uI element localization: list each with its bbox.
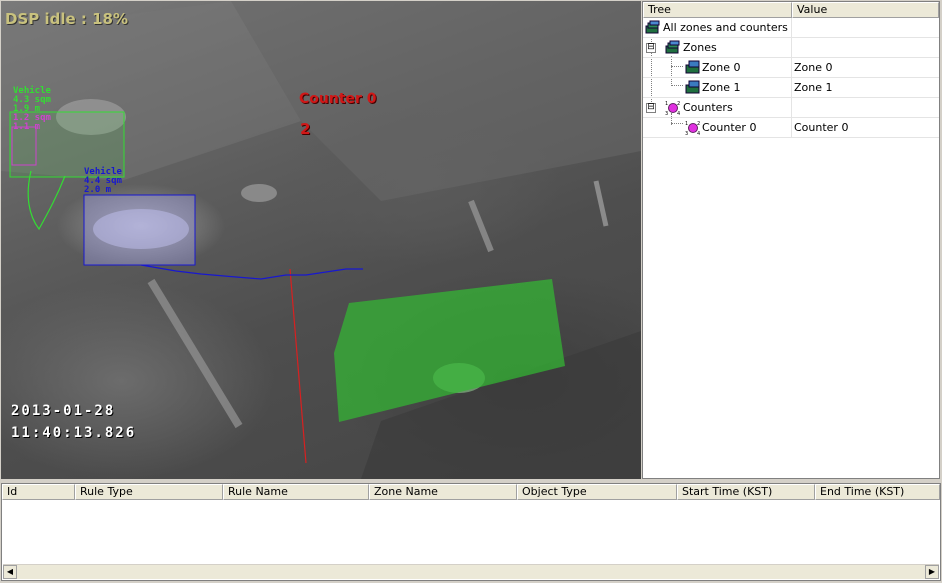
zones-icon <box>645 20 660 34</box>
object-track-blue <box>140 264 363 280</box>
object-type-column-header[interactable]: Object Type <box>517 484 677 500</box>
tree-row-counter-0[interactable]: 1 2 3 4 Counter 0 Counter 0 <box>643 118 939 138</box>
time-stamp: 11:40:13.826 <box>11 425 137 441</box>
object-height: 2.0 m <box>84 185 112 195</box>
scroll-right-icon[interactable]: ▶ <box>925 565 939 579</box>
svg-text:4: 4 <box>677 111 680 115</box>
tree-row-label: Counters <box>683 101 733 114</box>
tree-row-zone-0[interactable]: Zone 0 Zone 0 <box>643 58 939 78</box>
events-grid: Id Rule Type Rule Name Zone Name Object … <box>1 483 941 581</box>
collapse-icon[interactable]: ⊟ <box>646 103 656 113</box>
tree-column-header[interactable]: Tree <box>643 2 792 18</box>
tree-row-value: Zone 1 <box>794 81 833 94</box>
object-label-green: Vehicle 4.3 sqm 1.9 m 1.2 sqm 1.1 m <box>13 87 51 132</box>
tree-row-zones[interactable]: ⊟ Zones <box>643 38 939 58</box>
svg-text:4: 4 <box>697 131 700 135</box>
tree-header: Tree Value <box>643 2 939 18</box>
tree-row-zone-1[interactable]: Zone 1 Zone 1 <box>643 78 939 98</box>
counter-name-label: Counter 0 <box>299 91 377 107</box>
counter-group-icon: 1 2 3 4 <box>665 101 680 115</box>
object-track-green <box>27 170 66 231</box>
horizontal-scrollbar[interactable]: ◀ ▶ <box>3 564 939 579</box>
counter-icon: 1 2 3 4 <box>685 121 700 135</box>
tree-row-label: Zone 0 <box>702 61 741 74</box>
object-label-blue: Vehicle 4.4 sqm 2.0 m <box>84 168 122 195</box>
tree-row-label: Counter 0 <box>702 121 757 134</box>
zone-icon <box>685 80 700 94</box>
counter-line <box>289 268 307 464</box>
svg-text:3: 3 <box>665 111 668 115</box>
svg-text:2: 2 <box>677 101 680 107</box>
svg-text:2: 2 <box>697 121 700 127</box>
tree-row-counters[interactable]: ⊟ 1 2 3 4 Counters <box>643 98 939 118</box>
zone-icon <box>685 60 700 74</box>
counter-count-label: 2 <box>300 120 311 138</box>
zone-tree-panel: Tree Value All zones and counters ⊟ Zone… <box>642 1 940 479</box>
tree-row-all[interactable]: All zones and counters <box>643 18 939 38</box>
scroll-thumb[interactable] <box>18 566 924 577</box>
value-column-header[interactable]: Value <box>792 2 939 18</box>
object-extra-height: 1.1 m <box>13 122 41 132</box>
tree-row-label: Zones <box>683 41 717 54</box>
tree-row-label: Zone 1 <box>702 81 741 94</box>
start-time-column-header[interactable]: Start Time (KST) <box>677 484 815 500</box>
events-header: Id Rule Type Rule Name Zone Name Object … <box>2 484 940 500</box>
svg-text:1: 1 <box>685 121 688 127</box>
id-column-header[interactable]: Id <box>2 484 75 500</box>
rule-name-column-header[interactable]: Rule Name <box>223 484 369 500</box>
svg-text:3: 3 <box>685 131 688 135</box>
video-view[interactable]: DSP idle : 18% Vehicle 4.3 sqm 1.9 m 1.2… <box>1 1 641 479</box>
tree-row-label: All zones and counters <box>663 21 788 34</box>
rule-type-column-header[interactable]: Rule Type <box>75 484 223 500</box>
tree-row-value: Counter 0 <box>794 121 849 134</box>
zone-group-icon <box>665 40 680 54</box>
scroll-left-icon[interactable]: ◀ <box>3 565 17 579</box>
collapse-icon[interactable]: ⊟ <box>646 43 656 53</box>
zone-name-column-header[interactable]: Zone Name <box>369 484 517 500</box>
svg-text:1: 1 <box>665 101 668 107</box>
tree-row-value: Zone 0 <box>794 61 833 74</box>
date-stamp: 2013-01-28 <box>11 403 116 419</box>
end-time-column-header[interactable]: End Time (KST) <box>815 484 940 500</box>
dsp-idle-label: DSP idle : 18% <box>5 10 129 28</box>
